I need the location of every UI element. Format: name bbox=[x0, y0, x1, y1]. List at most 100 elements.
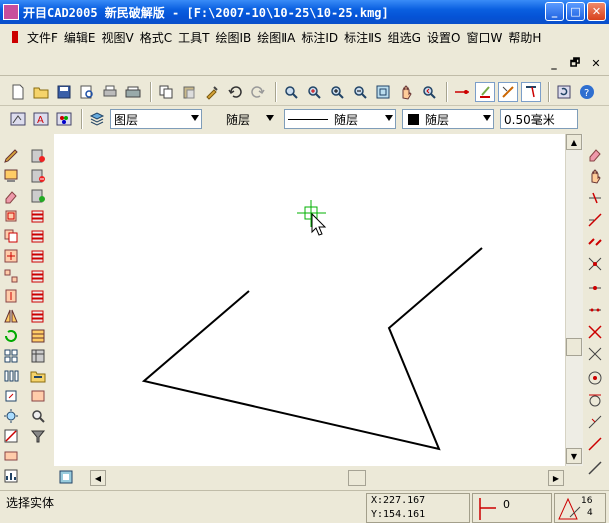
stack-icon-4[interactable] bbox=[30, 268, 48, 286]
frame-icon[interactable] bbox=[30, 388, 48, 406]
save-icon[interactable] bbox=[54, 82, 74, 102]
menu-draw-1[interactable]: 绘图ⅠB bbox=[212, 29, 254, 46]
child-close-button[interactable]: ✕ bbox=[587, 55, 605, 71]
linetype-select[interactable]: 随层 bbox=[208, 109, 278, 129]
print-icon[interactable] bbox=[100, 82, 120, 102]
match-properties-icon[interactable] bbox=[202, 82, 222, 102]
menu-settings[interactable]: 设置O bbox=[424, 29, 463, 46]
perpendicular-icon[interactable] bbox=[587, 414, 605, 432]
lineweight-select[interactable]: 0.50毫米 bbox=[500, 109, 578, 129]
erase-tool-icon[interactable] bbox=[587, 146, 605, 164]
explode-icon[interactable] bbox=[587, 256, 605, 274]
extend-line-icon[interactable] bbox=[587, 212, 605, 230]
redo-icon[interactable] bbox=[248, 82, 268, 102]
array-icon[interactable] bbox=[3, 268, 21, 286]
minimize-button[interactable]: _ bbox=[545, 2, 564, 21]
undo-icon[interactable] bbox=[225, 82, 245, 102]
folder-tool-icon[interactable] bbox=[30, 368, 48, 386]
eraser-icon[interactable] bbox=[3, 188, 21, 206]
measure-tool-icon[interactable] bbox=[498, 81, 518, 102]
menu-tools[interactable]: 工具T bbox=[175, 29, 212, 46]
stack-icon-2[interactable] bbox=[30, 228, 48, 246]
menu-file[interactable]: 文件F bbox=[24, 29, 61, 46]
stack-icon-1[interactable] bbox=[30, 208, 48, 226]
line-tool-icon[interactable] bbox=[452, 82, 472, 102]
chart-tool-icon[interactable] bbox=[3, 468, 21, 486]
maximize-button[interactable]: □ bbox=[566, 2, 585, 21]
menu-edit[interactable]: 编辑E bbox=[61, 29, 99, 46]
help-icon[interactable]: ? bbox=[577, 82, 597, 102]
scroll-down-button[interactable]: ▼ bbox=[566, 448, 582, 464]
screen-icon[interactable] bbox=[3, 168, 21, 186]
print-preview-icon[interactable] bbox=[77, 82, 97, 102]
stack-icon-5[interactable] bbox=[30, 288, 48, 306]
drawn-polyline-left[interactable] bbox=[141, 247, 483, 451]
plot-icon[interactable] bbox=[123, 82, 143, 102]
layers-icon[interactable] bbox=[87, 109, 107, 129]
nearest-icon[interactable] bbox=[587, 436, 605, 454]
pan-hand-icon[interactable] bbox=[396, 82, 416, 102]
stretch-icon[interactable] bbox=[3, 288, 21, 306]
move-object-icon[interactable] bbox=[3, 248, 21, 266]
block-edit-icon[interactable] bbox=[30, 188, 48, 206]
offset-icon[interactable] bbox=[3, 208, 21, 226]
grid-icon[interactable] bbox=[3, 348, 21, 366]
pencil-draw-icon[interactable] bbox=[3, 148, 21, 166]
diagonal-line-icon[interactable] bbox=[587, 460, 605, 478]
cross-point-icon[interactable] bbox=[587, 346, 605, 364]
zoom-realtime-icon[interactable] bbox=[304, 82, 324, 102]
close-button[interactable]: ✕ bbox=[587, 2, 606, 21]
paste-icon[interactable] bbox=[179, 82, 199, 102]
pick-tool-icon[interactable] bbox=[521, 81, 541, 102]
hatch-icon[interactable] bbox=[3, 448, 21, 466]
search-icon[interactable] bbox=[30, 408, 48, 426]
block-delete-icon[interactable] bbox=[30, 168, 48, 186]
menu-dimension-2[interactable]: 标注ⅡS bbox=[341, 29, 385, 46]
trim-line-icon[interactable] bbox=[587, 190, 605, 208]
scroll-left-button[interactable]: ◀ bbox=[90, 470, 106, 486]
scroll-up-button[interactable]: ▲ bbox=[566, 134, 582, 150]
circle-center-icon[interactable] bbox=[587, 370, 605, 388]
zoom-in-icon[interactable] bbox=[327, 82, 347, 102]
child-restore-button[interactable]: 🗗 bbox=[566, 55, 584, 71]
hand-tool-icon[interactable] bbox=[587, 168, 605, 186]
copy-object-icon[interactable] bbox=[3, 228, 21, 246]
child-minimize-button[interactable]: _ bbox=[545, 55, 563, 71]
menu-window[interactable]: 窗口W bbox=[463, 29, 505, 46]
refresh-icon[interactable] bbox=[554, 82, 574, 102]
layer-manager-icon[interactable] bbox=[8, 109, 28, 129]
menu-draw-2[interactable]: 绘图ⅡA bbox=[254, 29, 298, 46]
table-icon[interactable] bbox=[30, 348, 48, 366]
drawing-canvas[interactable] bbox=[54, 134, 565, 466]
color-select[interactable]: 随层 bbox=[402, 109, 494, 129]
menu-format[interactable]: 格式C bbox=[137, 29, 175, 46]
vertical-scrollbar[interactable]: ▲ ▼ bbox=[565, 134, 583, 466]
model-tab-icon[interactable] bbox=[58, 469, 76, 487]
color-palette-icon[interactable] bbox=[54, 109, 74, 129]
text-style-icon[interactable]: A bbox=[31, 109, 51, 129]
brush-tool-icon[interactable] bbox=[475, 81, 495, 102]
zoom-previous-icon[interactable] bbox=[419, 82, 439, 102]
ortho-angle-box[interactable]: 0 bbox=[472, 493, 552, 523]
horizontal-scroll-thumb[interactable] bbox=[348, 470, 366, 486]
trim-icon[interactable] bbox=[3, 428, 21, 446]
new-file-icon[interactable] bbox=[8, 82, 28, 102]
table-edit-icon[interactable] bbox=[30, 328, 48, 346]
scale-icon[interactable] bbox=[3, 388, 21, 406]
ortho-line-icon[interactable] bbox=[587, 280, 605, 298]
snap-indicator[interactable]: 16 4 bbox=[554, 493, 606, 523]
document-icon[interactable] bbox=[12, 31, 18, 43]
midpoint-line-icon[interactable] bbox=[587, 302, 605, 320]
break-line-icon[interactable] bbox=[587, 234, 605, 252]
layer-select[interactable]: 图层 bbox=[110, 109, 202, 129]
copy-icon[interactable] bbox=[156, 82, 176, 102]
filter-icon[interactable] bbox=[30, 428, 48, 446]
sun-icon[interactable] bbox=[3, 408, 21, 426]
menu-help[interactable]: 帮助H bbox=[505, 29, 544, 46]
scroll-right-button[interactable]: ▶ bbox=[548, 470, 564, 486]
menu-dimension-1[interactable]: 标注ⅠD bbox=[298, 29, 341, 46]
tangent-icon[interactable] bbox=[587, 392, 605, 410]
stack-icon-6[interactable] bbox=[30, 308, 48, 326]
line-sample-select[interactable]: 随层 bbox=[284, 109, 396, 129]
menu-view[interactable]: 视图V bbox=[99, 29, 137, 46]
